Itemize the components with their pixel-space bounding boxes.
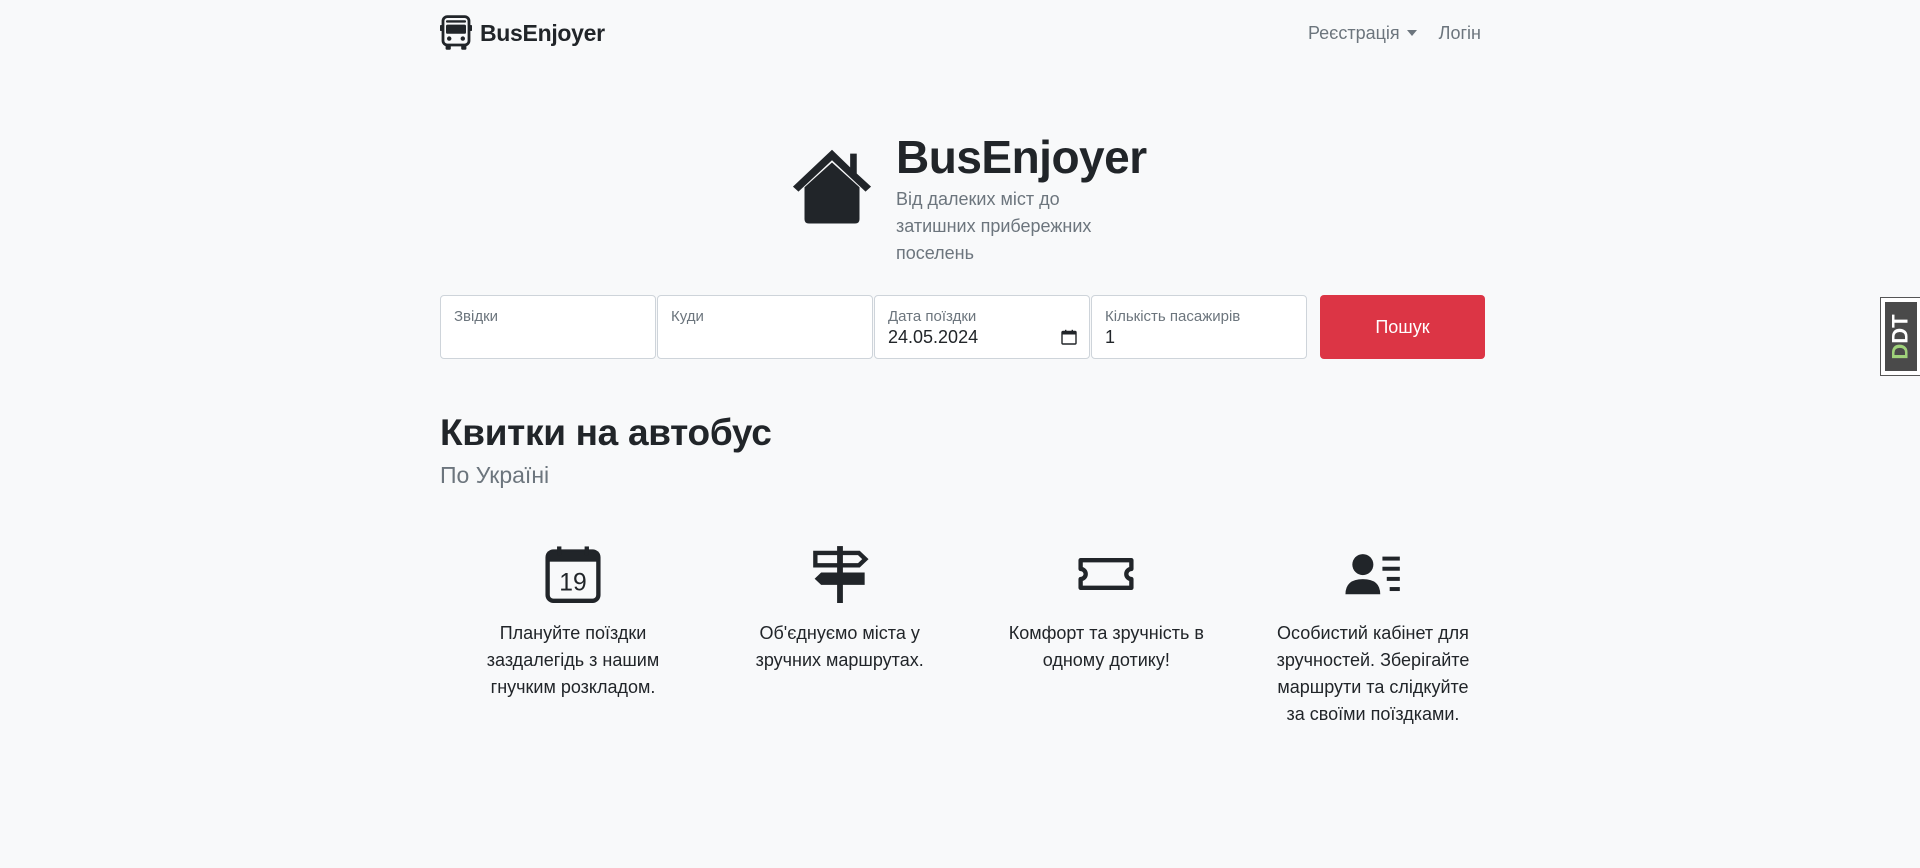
hero: BusEnjoyer Від далеких міст до затишних …: [788, 130, 1147, 267]
passengers-label: Кількість пасажирів: [1105, 308, 1241, 325]
search-button[interactable]: Пошук: [1320, 295, 1485, 359]
hero-subtitle: Від далеких міст до затишних прибережних…: [896, 189, 1092, 263]
brand-link[interactable]: BusEnjoyer: [440, 15, 605, 51]
register-dropdown[interactable]: Реєстрація: [1308, 23, 1417, 44]
feature-account: Особистий кабінет для зручностей. Зберіг…: [1240, 545, 1506, 728]
bus-front-icon: [440, 15, 472, 50]
passengers-field[interactable]: Кількість пасажирів 1: [1091, 295, 1307, 359]
search-form: Звідки Куди Дата поїздки 24.05.2024 Кіль…: [440, 295, 1485, 359]
signpost-icon: [812, 546, 869, 603]
date-field[interactable]: Дата поїздки 24.05.2024: [874, 295, 1090, 359]
feature-text: Особистий кабінет для зручностей. Зберіг…: [1276, 623, 1470, 724]
from-field[interactable]: Звідки: [440, 295, 656, 359]
side-badge-label: DDT: [1888, 314, 1914, 359]
section-title: Квитки на автобус: [440, 412, 772, 453]
passengers-value: 1: [1105, 327, 1116, 347]
date-value: 24.05.2024: [888, 327, 979, 347]
to-label: Куди: [671, 308, 704, 325]
page-container: BusEnjoyer Реєстрація Логін BusEnjoyer В…: [440, 0, 1485, 724]
hero-icon-wrap: [788, 130, 876, 267]
nav-links: Реєстрація Логін: [1308, 23, 1481, 44]
feature-schedule: 19 Плануйте поїздки заздалегідь з нашим …: [440, 545, 706, 728]
person-lines-icon: [1345, 554, 1400, 595]
calendar-picker-icon[interactable]: [1061, 329, 1077, 345]
from-label: Звідки: [454, 308, 499, 325]
calendar-icon: 19: [545, 546, 601, 604]
register-label: Реєстрація: [1307, 22, 1400, 43]
side-badge-inner: DDT: [1884, 302, 1917, 371]
section-subtitle: По Україні: [440, 462, 550, 488]
feature-text: Плануйте поїздки заздалегідь з нашим гну…: [486, 623, 660, 697]
features-row: 19 Плануйте поїздки заздалегідь з нашим …: [440, 545, 1506, 728]
login-link[interactable]: Логін: [1439, 23, 1481, 44]
feature-routes: Об'єднуємо міста у зручних маршрутах.: [707, 545, 973, 728]
side-badge[interactable]: DDT: [1880, 297, 1920, 376]
login-label: Логін: [1438, 22, 1481, 43]
caret-down-icon: [1406, 30, 1417, 36]
house-icon: [792, 149, 872, 224]
hero-text: BusEnjoyer Від далеких міст до затишних …: [896, 130, 1147, 267]
date-label: Дата поїздки: [888, 308, 977, 325]
ticket-icon: [1078, 558, 1134, 590]
feature-comfort: Комфорт та зручність в одному дотику!: [973, 545, 1239, 728]
navbar: BusEnjoyer Реєстрація Логін: [440, 0, 1481, 66]
side-badge-b: DT: [1887, 313, 1913, 344]
feature-text: Комфорт та зручність в одному дотику!: [1008, 623, 1204, 670]
hero-title: BusEnjoyer: [896, 131, 1147, 183]
to-field[interactable]: Куди: [657, 295, 873, 359]
calendar-day: 19: [559, 570, 586, 597]
side-badge-a: D: [1887, 343, 1913, 360]
feature-text: Об'єднуємо міста у зручних маршрутах.: [755, 623, 924, 670]
brand-name: BusEnjoyer: [480, 19, 605, 46]
